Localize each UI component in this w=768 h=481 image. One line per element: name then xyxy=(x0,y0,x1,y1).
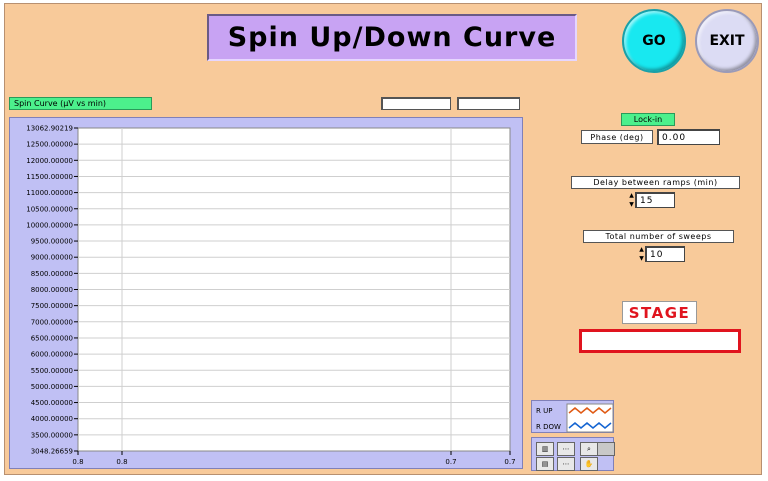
phase-field[interactable]: 0.00 xyxy=(657,129,720,145)
sweeps-field[interactable]: 10 xyxy=(645,246,685,262)
y-tick-label: 5500.00000 xyxy=(31,367,73,375)
spinner-up-icon[interactable]: ▲ xyxy=(639,246,644,253)
page-title: Spin Up/Down Curve xyxy=(207,14,577,61)
spinner-up-icon[interactable]: ▲ xyxy=(629,192,634,199)
y-tick-label: 7000.00000 xyxy=(31,318,73,326)
y-tick-label: 9000.00000 xyxy=(31,254,73,262)
y-tick-label: 4500.00000 xyxy=(31,399,73,407)
delay-label: Delay between ramps (min) xyxy=(571,176,740,189)
y-tick-label: 9500.00000 xyxy=(31,238,73,246)
y-autoscale-icon[interactable]: ▤ xyxy=(536,457,554,471)
x-tick-label: 0.8 xyxy=(72,458,83,466)
spinner-down-icon[interactable]: ▼ xyxy=(629,201,634,208)
y-tick-label: 6000.00000 xyxy=(31,351,73,359)
sweeps-label: Total number of sweeps xyxy=(583,230,734,243)
hand-tool-icon[interactable]: ✋ xyxy=(580,457,598,471)
spin-curve-plot: 13062.90219 12500.00000 12000.00000 11500.0… xyxy=(26,125,515,467)
y-tick-label: 10500.00000 xyxy=(26,205,73,213)
y-tick-label: 13062.90219 xyxy=(26,125,73,133)
spin-curve-chart: 13062.90219 12500.00000 12000.00000 11500.0… xyxy=(9,117,523,469)
y-tick-label: 12000.00000 xyxy=(26,157,73,165)
y-tick-label: 3500.00000 xyxy=(31,431,73,439)
delay-field[interactable]: 15 xyxy=(635,192,675,208)
y-tick-label: 7500.00000 xyxy=(31,302,73,310)
y-tick-label: 12500.00000 xyxy=(26,141,73,149)
spinner-down-icon[interactable]: ▼ xyxy=(639,255,644,262)
legend-up-label: R UP xyxy=(536,407,552,415)
sweeps-spinner[interactable]: ▲ ▼ xyxy=(638,246,645,262)
x-tick-label: 0.7 xyxy=(445,458,456,466)
plot-legend: R UP R DOW xyxy=(531,400,614,433)
chart-readout-a[interactable] xyxy=(381,97,451,110)
y-tick-label: 4000.00000 xyxy=(31,415,73,423)
x-autoscale-icon[interactable]: ▥ xyxy=(536,442,554,456)
delay-spinner[interactable]: ▲ ▼ xyxy=(628,192,635,208)
chart-label: Spin Curve (μV vs min) xyxy=(9,97,152,110)
y-tick-label: 8000.00000 xyxy=(31,286,73,294)
y-tick-label: 5000.00000 xyxy=(31,383,73,391)
graph-palette: ▥ ⋯ ⌕ ▤ ⋯ ✋ xyxy=(531,437,615,471)
y-tick-label: 11500.00000 xyxy=(26,173,73,181)
stage-label: STAGE xyxy=(622,301,697,324)
y-format-icon[interactable]: ⋯ xyxy=(557,457,575,471)
legend-down-label: R DOW xyxy=(536,423,561,431)
y-tick-label: 10000.00000 xyxy=(26,221,73,229)
y-tick-label: 11000.00000 xyxy=(26,189,73,197)
lockin-label: Lock-in xyxy=(621,113,675,126)
zoom-icon[interactable]: ⌕ xyxy=(580,442,598,456)
x-tick-label: 0.7 xyxy=(504,458,515,466)
phase-label: Phase (deg) xyxy=(581,130,653,144)
y-tick-label: 8500.00000 xyxy=(31,270,73,278)
go-button[interactable]: GO xyxy=(622,9,686,73)
chart-readout-b[interactable] xyxy=(457,97,520,110)
exit-button[interactable]: EXIT xyxy=(695,9,759,73)
stage-field xyxy=(579,329,741,353)
pan-icon[interactable] xyxy=(597,442,615,456)
front-panel: Spin Up/Down Curve GO EXIT Spin Curve (μ… xyxy=(4,3,762,475)
y-tick-label: 6500.00000 xyxy=(31,334,73,342)
x-format-icon[interactable]: ⋯ xyxy=(557,442,575,456)
y-tick-label: 3048.26659 xyxy=(31,448,73,456)
x-tick-label: 0.8 xyxy=(116,458,127,466)
